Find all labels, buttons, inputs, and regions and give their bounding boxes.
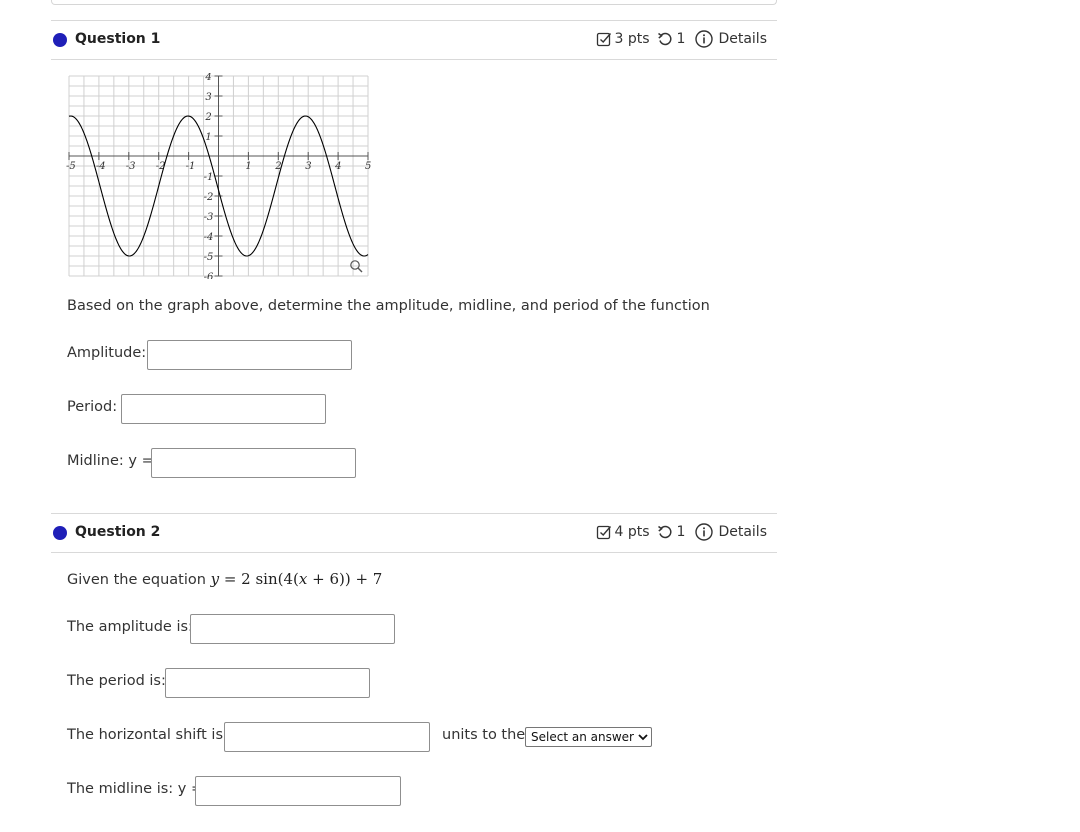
info-icon[interactable] — [695, 30, 714, 48]
question-2-prompt: Given the equation y = 2 sin(4(x + 6)) +… — [67, 570, 382, 588]
info-icon[interactable] — [695, 523, 714, 541]
q2-period-input[interactable] — [165, 668, 370, 698]
x-tick-label: -3 — [126, 161, 136, 172]
previous-panel-edge — [51, 0, 777, 5]
units-to-the-label: units to the — [442, 727, 526, 743]
y-tick-label: 4 — [204, 73, 211, 83]
chevron-down-icon — [638, 733, 648, 741]
y-tick-label: 1 — [205, 132, 211, 143]
question-2-title: Question 2 — [75, 524, 161, 540]
question-2-meta: 4 pts 1 Details — [596, 523, 767, 541]
question-1-header: Question 1 3 pts 1 Details — [51, 20, 777, 60]
period-label: Period: — [67, 399, 118, 415]
question-1-meta: 3 pts 1 Details — [596, 30, 767, 48]
equation-equals: = — [219, 570, 242, 588]
x-tick-label: -4 — [96, 161, 106, 172]
equation-rhs-pre: 2 sin(4( — [241, 570, 299, 588]
amplitude-label: Amplitude: — [67, 345, 147, 361]
retry-icon — [657, 524, 673, 540]
points-label: 3 pts — [614, 31, 650, 47]
status-bullet-icon — [53, 526, 67, 540]
q2-amplitude-label: The amplitude is: — [67, 619, 193, 635]
amplitude-input[interactable] — [147, 340, 352, 370]
x-tick-label: 5 — [365, 161, 371, 172]
x-tick-label: 4 — [334, 161, 341, 172]
q2-period-label: The period is: — [67, 673, 166, 689]
retry-icon — [657, 31, 673, 47]
select-value: Select an answer — [531, 730, 634, 744]
status-bullet-icon — [53, 33, 67, 47]
checkbox-points-icon — [596, 31, 612, 47]
attempts-count: 1 — [676, 31, 686, 47]
x-tick-label: -5 — [66, 161, 76, 172]
y-tick-label: -6 — [204, 272, 214, 279]
x-tick-label: 1 — [245, 161, 251, 172]
y-tick-label: -3 — [204, 212, 214, 223]
equation-lhs: y — [210, 570, 220, 588]
points-label: 4 pts — [614, 524, 650, 540]
x-tick-label: -1 — [186, 161, 196, 172]
details-link[interactable]: Details — [718, 524, 767, 540]
checkbox-points-icon — [596, 524, 612, 540]
y-tick-label: -5 — [204, 252, 214, 263]
q2-midline-label: The midline is: y = — [67, 781, 204, 797]
equation: y = 2 sin(4(x + 6)) + 7 — [211, 570, 383, 588]
q2-amplitude-input[interactable] — [190, 614, 395, 644]
x-tick-label: 3 — [305, 161, 311, 172]
q2-hshift-label: The horizontal shift is: — [67, 727, 228, 743]
midline-input[interactable] — [151, 448, 356, 478]
q2-hshift-input[interactable] — [224, 722, 430, 752]
prompt-text: Given the equation — [67, 572, 206, 588]
y-tick-label: 3 — [205, 92, 211, 103]
y-tick-label: -1 — [204, 172, 214, 183]
question-1-prompt: Based on the graph above, determine the … — [67, 298, 710, 314]
direction-select[interactable]: Select an answer — [525, 727, 652, 747]
question-1-title: Question 1 — [75, 31, 161, 47]
midline-label: Midline: y = — [67, 453, 154, 469]
y-tick-label: -2 — [204, 192, 214, 203]
y-tick-label: 2 — [204, 112, 211, 123]
details-link[interactable]: Details — [718, 31, 767, 47]
period-input[interactable] — [121, 394, 326, 424]
sine-graph: -5 -4 -3 -2 -1 1 2 3 4 54321-1-2-3-4-5-6 — [66, 73, 371, 279]
equation-rhs-post: + 6)) + 7 — [307, 570, 383, 588]
attempts-count: 1 — [676, 524, 686, 540]
question-2-header: Question 2 4 pts 1 Details — [51, 513, 777, 553]
y-tick-label: -4 — [204, 232, 214, 243]
q2-midline-input[interactable] — [195, 776, 401, 806]
